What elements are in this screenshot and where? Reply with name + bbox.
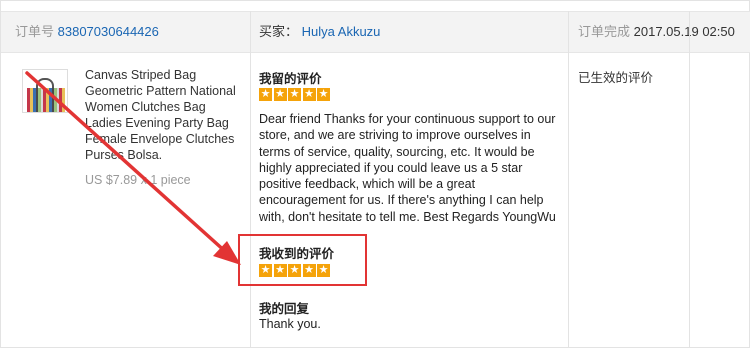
red-arrow-annotation bbox=[25, 71, 241, 265]
order-review-panel: 订单号 83807030644426 买家： Hulya Akkuzu 订单完成… bbox=[0, 0, 750, 348]
